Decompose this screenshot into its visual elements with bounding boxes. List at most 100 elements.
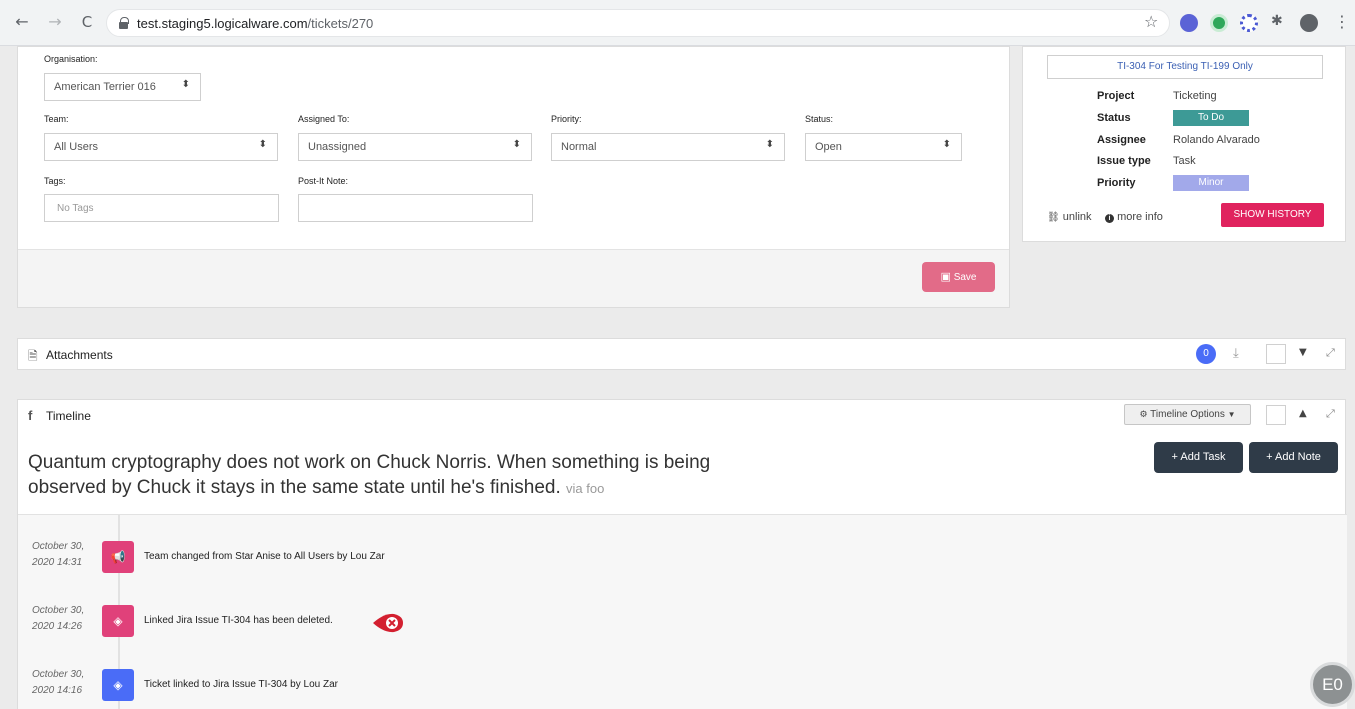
jira-project-value: Ticketing [1173, 90, 1217, 102]
postit-input[interactable] [298, 194, 533, 222]
postit-label: Post-It Note: [298, 176, 349, 186]
timeline-time-line: 2020 14:16 [32, 685, 83, 696]
timeline-title: Timeline [46, 409, 91, 423]
timeline-list: October 30, 2020 14:31 📢 Team changed fr… [18, 514, 1347, 709]
select-all-checkbox[interactable] [1266, 344, 1286, 364]
caret-down-icon: ▼ [1227, 410, 1236, 419]
attachments-panel-header: 🗎 Attachments 0 ⤓ ▼ ⤢ [17, 338, 1346, 370]
ticket-form: Organisation: American Terrier 016 ⬍ Tea… [17, 46, 1010, 308]
add-task-button[interactable]: + Add Task [1154, 442, 1243, 473]
url-text: test.staging5.logicalware.com/tickets/27… [137, 16, 373, 31]
select-all-checkbox[interactable] [1266, 405, 1286, 425]
select-caret-icon: ⬍ [258, 139, 267, 150]
forward-button[interactable]: → [45, 12, 65, 32]
form-footer: ▣ Save [18, 249, 1009, 307]
jira-issue-type-label: Issue type [1097, 155, 1151, 167]
chrome-menu-icon[interactable]: ⋮ [1334, 12, 1350, 31]
timeline-event-text: Linked Jira Issue TI-304 has been delete… [144, 615, 333, 626]
jira-assignee-label: Assignee [1097, 134, 1146, 146]
priority-label: Priority: [551, 114, 582, 124]
select-caret-icon: ⬍ [942, 139, 951, 150]
jira-issue-title[interactable]: TI-304 For Testing TI-199 Only [1047, 55, 1323, 79]
url-domain: test.staging5.logicalware.com [137, 16, 308, 31]
tags-label: Tags: [44, 176, 66, 186]
unlink-icon: ⛓ [1047, 212, 1060, 223]
attachments-count-badge: 0 [1196, 344, 1216, 364]
jira-status-badge: To Do [1173, 110, 1249, 126]
info-icon: i [1105, 214, 1114, 223]
organisation-label: Organisation: [44, 54, 98, 64]
timeline-event-text: Ticket linked to Jira Issue TI-304 by Lo… [144, 679, 338, 690]
select-caret-icon: ⬍ [765, 139, 774, 150]
timeline-date-line: October 30, [32, 541, 85, 552]
download-icon[interactable]: ⤓ [1233, 346, 1239, 361]
status-label: Status: [805, 114, 834, 124]
unlink-label: unlink [1062, 211, 1092, 223]
status-value: Open [815, 141, 842, 153]
assigned-select[interactable]: Unassigned ⬍ [298, 133, 532, 161]
save-button[interactable]: ▣ Save [922, 262, 995, 292]
more-info-label: more info [1117, 211, 1163, 223]
collapse-up-icon[interactable]: ▲ [1299, 408, 1307, 419]
add-note-button[interactable]: + Add Note [1249, 442, 1338, 473]
megaphone-icon: 📢 [102, 541, 134, 573]
priority-select[interactable]: Normal ⬍ [551, 133, 785, 161]
bookmark-star-icon[interactable]: ☆ [1144, 12, 1158, 31]
save-label: Save [953, 272, 977, 283]
timeline-panel-header: f Timeline ⚙ Timeline Options ▼ ▲ ⤢ [17, 399, 1346, 431]
timeline-options-button[interactable]: ⚙ Timeline Options ▼ [1124, 404, 1251, 425]
jira-status-label: Status [1097, 112, 1131, 124]
timeline-date: October 30, 2020 14:26 [32, 603, 96, 635]
tags-input[interactable]: No Tags [44, 194, 279, 222]
quote-text: Quantum cryptography does not work on Ch… [28, 452, 711, 498]
organisation-select[interactable]: American Terrier 016 ⬍ [44, 73, 201, 101]
timeline-quote: Quantum cryptography does not work on Ch… [28, 450, 728, 501]
timeline-time-line: 2020 14:26 [32, 621, 83, 632]
collapse-down-icon[interactable]: ▼ [1299, 347, 1307, 358]
jira-priority-badge: Minor [1173, 175, 1249, 191]
team-select[interactable]: All Users ⬍ [44, 133, 278, 161]
gears-icon: ⚙ [1139, 410, 1148, 420]
timeline-options-label: Timeline Options [1150, 409, 1225, 420]
jira-issue-card: TI-304 For Testing TI-199 Only Project T… [1022, 46, 1346, 242]
status-select[interactable]: Open ⬍ [805, 133, 962, 161]
organisation-value: American Terrier 016 [54, 81, 156, 93]
timeline-date-line: October 30, [32, 669, 85, 680]
jira-issue-type-value: Task [1173, 155, 1196, 167]
jira-diamond-icon: ◈ [102, 669, 134, 701]
jira-diamond-icon: ◈ [102, 605, 134, 637]
browser-toolbar: ← → C test.staging5.logicalware.com/tick… [0, 0, 1355, 46]
show-history-button[interactable]: SHOW HISTORY [1221, 203, 1324, 227]
address-bar[interactable]: test.staging5.logicalware.com/tickets/27… [106, 9, 1170, 37]
facebook-icon: f [28, 408, 33, 423]
expand-icon[interactable]: ⤢ [1326, 346, 1335, 360]
timeline-date: October 30, 2020 14:31 [32, 539, 96, 571]
lock-icon [119, 17, 129, 29]
extension-icon[interactable] [1240, 14, 1258, 32]
team-value: All Users [54, 141, 99, 153]
jira-priority-label: Priority [1097, 177, 1136, 189]
url-path: /tickets/270 [307, 16, 374, 31]
timeline-body: Quantum cryptography does not work on Ch… [17, 430, 1347, 709]
unlink-link[interactable]: ⛓ unlink [1047, 211, 1092, 223]
priority-value: Normal [561, 141, 597, 153]
select-caret-icon: ⬍ [512, 139, 521, 150]
extension-icon[interactable] [1180, 14, 1198, 32]
back-button[interactable]: ← [12, 12, 32, 32]
jira-assignee-value: Rolando Alvarado [1173, 134, 1260, 146]
select-caret-icon: ⬍ [181, 79, 190, 90]
timeline-event-text: Team changed from Star Anise to All User… [144, 551, 385, 562]
timeline-time-line: 2020 14:31 [32, 557, 83, 568]
expand-icon[interactable]: ⤢ [1326, 407, 1335, 421]
extension-icon[interactable] [1210, 14, 1228, 32]
puzzle-icon[interactable]: ✱ [1271, 13, 1283, 29]
jira-project-label: Project [1097, 90, 1135, 102]
reload-button[interactable]: C [77, 12, 97, 32]
timeline-date-line: October 30, [32, 605, 85, 616]
quote-source: via foo [566, 481, 605, 496]
timeline-date: October 30, 2020 14:16 [32, 667, 96, 699]
profile-icon[interactable] [1300, 14, 1318, 32]
more-info-link[interactable]: i more info [1105, 211, 1163, 223]
avatar[interactable]: E0 [1310, 662, 1355, 707]
error-marker-icon [373, 613, 403, 633]
